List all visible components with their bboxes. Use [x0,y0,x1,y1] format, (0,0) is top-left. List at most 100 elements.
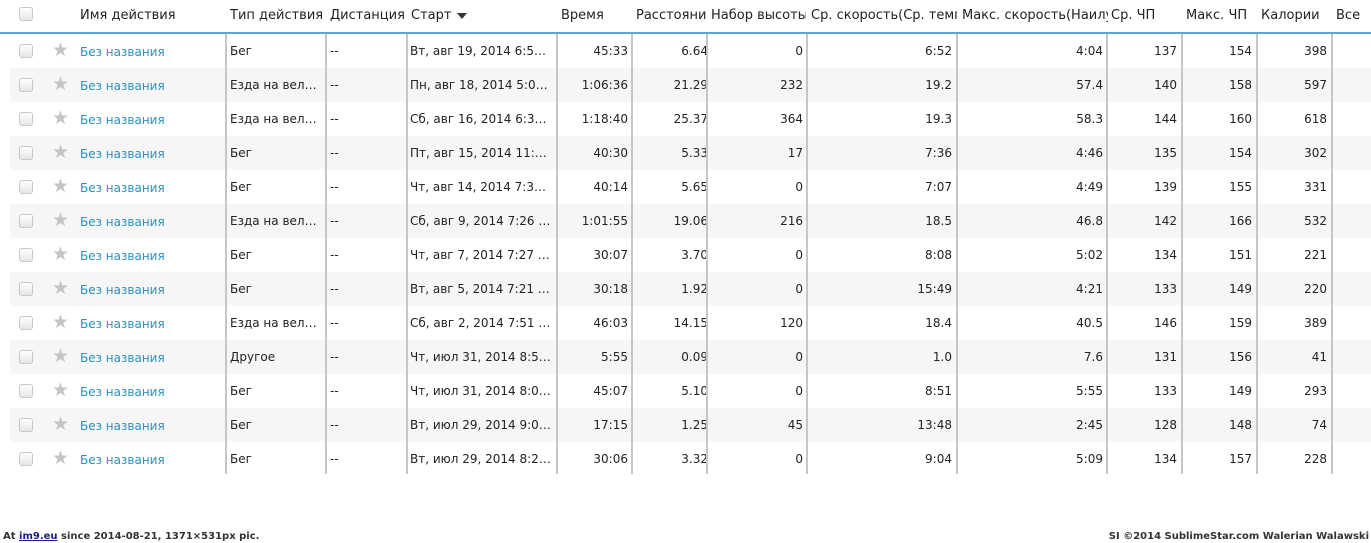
column-divider[interactable] [631,34,633,474]
column-divider[interactable] [225,34,227,474]
activity-name-link[interactable]: Без названия [80,306,220,340]
star-icon[interactable]: ★ [52,374,69,408]
activity-name-link[interactable]: Без названия [80,102,220,136]
col-header-distance-selector[interactable]: Дистанция [330,0,406,32]
activity-name-link[interactable]: Без названия [80,136,220,170]
column-divider[interactable] [1256,34,1258,474]
activity-name-link[interactable]: Без названия [80,374,220,408]
col-header-elevation[interactable]: Набор высоты [711,0,806,32]
activity-avg-hr: 133 [1154,282,1177,296]
star-icon[interactable]: ★ [52,136,69,170]
activity-max-speed: 7.6 [1083,350,1103,364]
star-icon[interactable]: ★ [52,340,69,374]
col-header-avg-hr[interactable]: Ср. ЧП [1111,0,1181,32]
row-select-checkbox[interactable] [19,418,33,432]
row-select-checkbox[interactable] [19,316,33,330]
row-select-checkbox[interactable] [19,282,33,296]
row-select-checkbox[interactable] [19,78,33,92]
star-icon[interactable]: ★ [52,170,69,204]
row-select-checkbox[interactable] [19,214,33,228]
column-divider[interactable] [806,34,808,474]
col-header-all[interactable]: Все [1336,0,1371,32]
col-header-type[interactable]: Тип действия [230,0,325,32]
col-header-max-speed[interactable]: Макс. скорость(Наилучший темп) [962,0,1108,32]
activity-row[interactable]: ★ Без названия Бег -- Чт, июл 31, 2014 8:04 … [10,374,1371,408]
activity-name-link[interactable]: Без названия [80,238,220,272]
row-select-checkbox[interactable] [19,180,33,194]
activity-row[interactable]: ★ Без названия Езда на велосипеде -- Сб, авг… [10,204,1371,238]
column-divider[interactable] [956,34,958,474]
column-divider[interactable] [1181,34,1183,474]
activity-row[interactable]: ★ Без названия Бег -- Вт, авг 19, 2014 6:52 … [10,34,1371,68]
activity-max-hr: 151 [1229,248,1252,262]
activity-max-hr: 149 [1229,282,1252,296]
activity-calories: 228 [1304,452,1327,466]
column-divider[interactable] [1331,34,1333,474]
col-header-start[interactable]: Старт [411,0,531,32]
star-icon[interactable]: ★ [52,272,69,306]
star-icon[interactable]: ★ [52,408,69,442]
activity-max-speed: 5:55 [1076,384,1103,398]
column-divider[interactable] [1106,34,1108,474]
activity-name-link[interactable]: Без названия [80,204,220,238]
activity-name-link[interactable]: Без названия [80,408,220,442]
column-divider[interactable] [325,34,327,474]
column-divider[interactable] [556,34,558,474]
col-header-time[interactable]: Время [561,0,631,32]
star-icon[interactable]: ★ [52,102,69,136]
activity-calories: 597 [1304,78,1327,92]
row-select-checkbox[interactable] [19,350,33,364]
activity-name-link[interactable]: Без названия [80,34,220,68]
star-icon[interactable]: ★ [52,442,69,476]
activity-calories: 618 [1304,112,1327,126]
activity-distance: 5.33 [681,146,708,160]
column-divider[interactable] [406,34,408,474]
footer-right: SI ©2014 SublimeStar.com Walerian Walaws… [1108,531,1369,542]
activity-row[interactable]: ★ Без названия Езда на велосипеде -- Сб, авг… [10,306,1371,340]
activity-row[interactable]: ★ Без названия Езда на велосипеде -- Сб, авг… [10,102,1371,136]
activity-row[interactable]: ★ Без названия Бег -- Чт, авг 7, 2014 7:27 P… [10,238,1371,272]
star-icon[interactable]: ★ [52,238,69,272]
activity-time: 1:18:40 [581,112,628,126]
col-header-distance[interactable]: Расстояни [636,0,707,32]
row-select-checkbox[interactable] [19,384,33,398]
footer-site-link[interactable]: im9.eu [19,531,58,542]
star-icon[interactable]: ★ [52,68,69,102]
activity-row[interactable]: ★ Без названия Бег -- Вт, авг 5, 2014 7:21 P… [10,272,1371,306]
activity-name-link[interactable]: Без названия [80,340,220,374]
activity-time: 1:06:36 [581,78,628,92]
activity-name-link[interactable]: Без названия [80,272,220,306]
row-select-checkbox[interactable] [19,452,33,466]
col-header-max-hr[interactable]: Макс. ЧП [1186,0,1256,32]
activity-elevation: 0 [795,180,803,194]
row-select-checkbox[interactable] [19,112,33,126]
col-header-calories[interactable]: Калории [1261,0,1331,32]
row-select-checkbox[interactable] [19,44,33,58]
col-header-avg-speed[interactable]: Ср. скорость(Ср. темп) [811,0,957,32]
row-select-checkbox[interactable] [19,248,33,262]
activity-elevation: 0 [795,282,803,296]
row-select-checkbox[interactable] [19,146,33,160]
activity-row[interactable]: ★ Без названия Бег -- Чт, авг 14, 2014 7:34 … [10,170,1371,204]
activity-avg-speed: 13:48 [917,418,952,432]
star-icon[interactable]: ★ [52,34,69,68]
column-divider[interactable] [706,34,708,474]
activity-name-link[interactable]: Без названия [80,170,220,204]
activity-name-link[interactable]: Без названия [80,442,220,476]
activity-name-link[interactable]: Без названия [80,68,220,102]
col-header-name[interactable]: Имя действия [80,0,225,32]
activity-row[interactable]: ★ Без названия Бег -- Вт, июл 29, 2014 9:09 … [10,408,1371,442]
star-icon[interactable]: ★ [52,306,69,340]
activity-row[interactable]: ★ Без названия Езда на велосипеде -- Пн, авг… [10,68,1371,102]
activity-row[interactable]: ★ Без названия Другое -- Чт, июл 31, 2014 8:… [10,340,1371,374]
activity-distance: 1.25 [681,418,708,432]
activity-max-hr: 166 [1229,214,1252,228]
activity-row[interactable]: ★ Без названия Бег -- Вт, июл 29, 2014 8:25 … [10,442,1371,476]
star-icon[interactable]: ★ [52,204,69,238]
activity-max-hr: 148 [1229,418,1252,432]
activity-distance: 3.32 [681,452,708,466]
activity-start: Пн, авг 18, 2014 5:08 PM [410,78,552,92]
select-all-checkbox[interactable] [19,7,33,21]
activity-row[interactable]: ★ Без названия Бег -- Пт, авг 15, 2014 11:33… [10,136,1371,170]
activity-avg-speed: 18.5 [925,214,952,228]
